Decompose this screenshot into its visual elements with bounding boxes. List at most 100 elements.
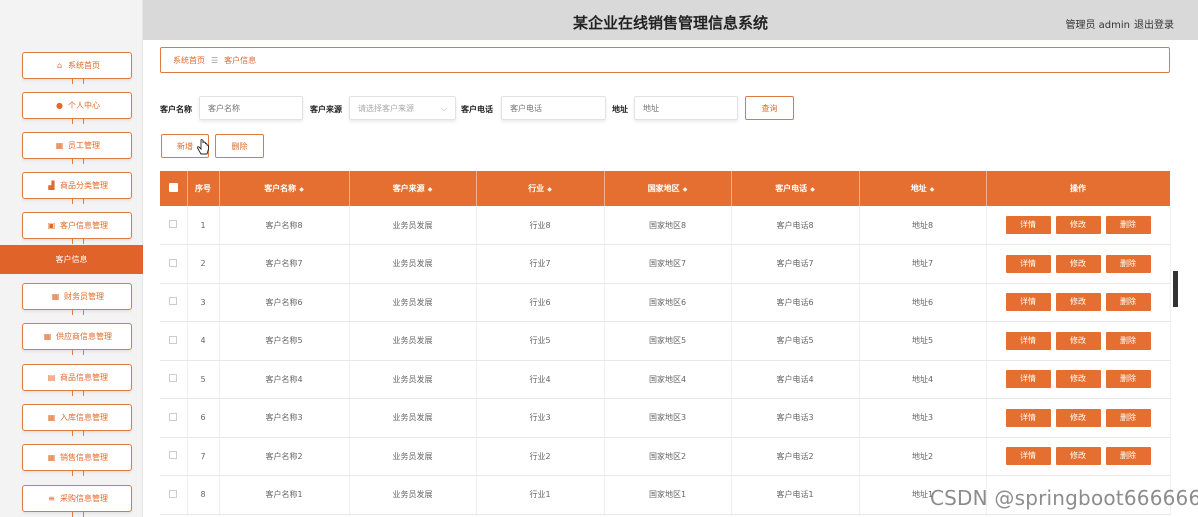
sidebar-item-customers[interactable]: ▣ 客户信息管理 <box>22 212 132 244</box>
customer-source-select[interactable]: 请选择客户来源 ⌵ <box>349 96 456 120</box>
breadcrumb-home[interactable]: 系统首页 <box>173 55 205 66</box>
sidebar-item-purchases[interactable]: ≡ 采购信息管理 <box>22 485 132 517</box>
select-all-checkbox[interactable] <box>160 171 188 206</box>
hand-cursor-icon <box>197 139 209 155</box>
user-icon: ● <box>56 101 63 110</box>
customer-phone-input[interactable] <box>501 96 606 120</box>
sort-icon: ◆ <box>427 186 433 193</box>
doc-icon: ▤ <box>47 373 56 382</box>
column-header-industry[interactable]: 行业 ◆ <box>476 171 605 206</box>
user-label: 管理员 admin <box>1065 20 1130 31</box>
cell-industry: 行业5 <box>476 321 605 361</box>
row-checkbox[interactable] <box>160 321 188 361</box>
sidebar-item-categories[interactable]: ▟ 商品分类管理 <box>22 172 132 204</box>
cell-phone: 客户电话8 <box>731 206 860 245</box>
detail-button[interactable]: 详情 <box>1005 254 1051 273</box>
sidebar-item-sales[interactable]: ▦ 销售信息管理 <box>22 444 132 476</box>
sidebar-item-label: 客户信息管理 <box>60 221 108 230</box>
row-checkbox[interactable] <box>160 206 188 245</box>
edit-button[interactable]: 修改 <box>1055 370 1101 389</box>
delete-button[interactable]: 删除 <box>1105 331 1151 350</box>
sidebar-item-label: 销售信息管理 <box>60 453 108 462</box>
delete-button[interactable]: 删除 <box>1105 293 1151 312</box>
cell-actions: 详情 修改 删除 <box>986 244 1171 284</box>
sidebar-item-label: 系统首页 <box>68 61 100 70</box>
row-checkbox[interactable] <box>160 360 188 399</box>
sidebar-subitem-customer-info[interactable]: 客户信息 <box>0 245 143 274</box>
column-header-region[interactable]: 国家地区 ◆ <box>604 171 732 206</box>
cell-index: 1 <box>187 206 220 245</box>
sidebar-item-suppliers[interactable]: ▦ 供应商信息管理 <box>22 323 132 355</box>
row-checkbox[interactable] <box>160 283 188 322</box>
cell-index: 5 <box>187 360 220 399</box>
detail-button[interactable]: 详情 <box>1005 370 1051 389</box>
sidebar-item-employees[interactable]: ▦ 员工管理 <box>22 132 132 164</box>
checkbox-icon <box>169 489 178 498</box>
customer-name-input[interactable] <box>199 96 303 120</box>
list-icon: ≡ <box>48 494 55 503</box>
column-header-phone[interactable]: 客户电话 ◆ <box>731 171 860 206</box>
cell-source: 业务员发展 <box>349 206 477 245</box>
breadcrumb: 系统首页 ☰ 客户信息 <box>160 47 1170 73</box>
detail-button[interactable]: 详情 <box>1005 293 1051 312</box>
cell-index: 6 <box>187 398 220 438</box>
edit-button[interactable]: 修改 <box>1055 216 1101 234</box>
sidebar-item-label: 供应商信息管理 <box>56 332 112 341</box>
sidebar-item-profile[interactable]: ● 个人中心 <box>22 92 132 124</box>
address-input[interactable] <box>634 96 738 120</box>
row-checkbox[interactable] <box>160 437 188 476</box>
sidebar-item-finance[interactable]: ▦ 财务员管理 <box>22 283 132 315</box>
sidebar-item-products[interactable]: ▤ 商品信息管理 <box>22 364 132 396</box>
delete-button[interactable]: 删除 <box>1105 408 1151 427</box>
delete-button[interactable]: 删除 <box>1105 370 1151 389</box>
delete-button[interactable]: 删除 <box>1105 447 1151 466</box>
sort-icon: ◆ <box>682 186 688 193</box>
delete-button[interactable]: 删除 <box>1105 254 1151 273</box>
column-header-address[interactable]: 地址 ◆ <box>859 171 987 206</box>
scrollbar-thumb[interactable] <box>1173 271 1178 307</box>
cell-industry: 行业1 <box>476 475 605 515</box>
cell-index: 3 <box>187 283 220 322</box>
query-button[interactable]: 查询 <box>745 96 794 120</box>
edit-button[interactable]: 修改 <box>1055 254 1101 273</box>
table-row: 4 客户名称5 业务员发展 行业5 国家地区5 客户电话5 地址5 详情 修改 删除 <box>160 321 1171 361</box>
edit-button[interactable]: 修改 <box>1055 293 1101 312</box>
sidebar-item-inbound[interactable]: ▦ 入库信息管理 <box>22 404 132 436</box>
delete-button[interactable]: 删除 <box>1105 216 1151 234</box>
column-header-name[interactable]: 客户名称 ◆ <box>219 171 350 206</box>
cell-industry: 行业2 <box>476 437 605 476</box>
edit-button[interactable]: 修改 <box>1055 408 1101 427</box>
detail-button[interactable]: 详情 <box>1005 331 1051 350</box>
chart-icon: ▟ <box>48 181 55 190</box>
cell-index: 7 <box>187 437 220 476</box>
batch-delete-button[interactable]: 删除 <box>215 134 264 158</box>
table-header-row: 序号 客户名称 ◆ 客户来源 ◆ 行业 ◆ 国家地区 ◆ 客户电话 ◆ 地址 ◆ 操作 <box>160 171 1171 206</box>
sidebar: ⌂ 系统首页 ● 个人中心 ▦ 员工管理 ▟ 商品分类管理 ▣ 客户信息管理 客户信息 ▦… <box>0 0 143 517</box>
cell-index: 2 <box>187 244 220 284</box>
row-checkbox[interactable] <box>160 244 188 284</box>
edit-button[interactable]: 修改 <box>1055 447 1101 466</box>
checkbox-icon <box>168 183 178 192</box>
sidebar-item-label: 入库信息管理 <box>60 413 108 422</box>
checkbox-icon <box>169 374 178 383</box>
column-header-label: 客户来源 <box>392 184 425 193</box>
sort-icon: ◆ <box>299 186 304 193</box>
customer-source-label: 客户来源 <box>310 105 342 114</box>
detail-button[interactable]: 详情 <box>1005 408 1051 427</box>
cell-region: 国家地区6 <box>604 283 732 322</box>
row-checkbox[interactable] <box>160 398 188 438</box>
cell-name: 客户名称6 <box>219 283 350 322</box>
sidebar-item-home[interactable]: ⌂ 系统首页 <box>22 52 132 84</box>
grid-icon: ▦ <box>51 292 60 301</box>
table-icon: ▦ <box>43 332 52 341</box>
cell-actions: 详情 修改 删除 <box>986 437 1171 476</box>
detail-button[interactable]: 详情 <box>1005 447 1051 466</box>
row-checkbox[interactable] <box>160 475 188 515</box>
column-header-source[interactable]: 客户来源 ◆ <box>349 171 477 206</box>
sort-icon: ◆ <box>547 186 552 193</box>
detail-button[interactable]: 详情 <box>1005 216 1051 234</box>
cell-address: 地址6 <box>859 283 987 322</box>
edit-button[interactable]: 修改 <box>1055 331 1101 350</box>
column-header-label: 地址 <box>910 184 927 193</box>
logout-link[interactable]: 退出登录 <box>1134 16 1174 31</box>
